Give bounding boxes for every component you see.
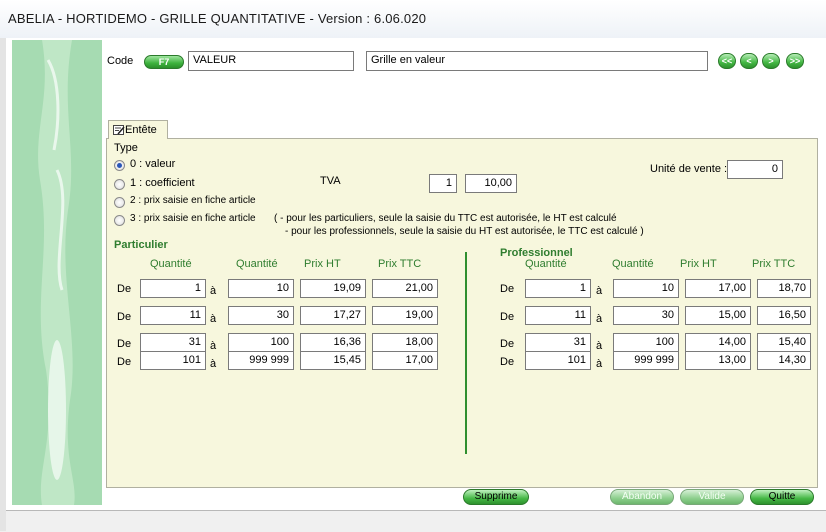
de-label: De — [117, 356, 132, 368]
section-divider — [465, 252, 467, 454]
professionnel-qty-from[interactable]: 31 — [525, 333, 591, 352]
professionnel-prix-ttc[interactable]: 16,50 — [757, 306, 811, 325]
de-label: De — [500, 283, 515, 295]
type-radio-0[interactable] — [114, 160, 125, 171]
window-title: ABELIA - HORTIDEMO - GRILLE QUANTITATIVE… — [8, 11, 427, 26]
particulier-title: Particulier — [114, 239, 168, 251]
a-label: à — [596, 313, 603, 325]
professionnel-qty-to-header: Quantité — [612, 258, 654, 270]
professionnel-qty-to[interactable]: 999 999 — [613, 351, 679, 370]
type-option-0-label: 0 : valeur — [130, 158, 176, 170]
a-label: à — [210, 313, 217, 325]
professionnel-qty-to[interactable]: 100 — [613, 333, 679, 352]
professionnel-prix-ht[interactable]: 15,00 — [685, 306, 751, 325]
particulier-qty-to[interactable]: 30 — [228, 306, 294, 325]
type-option-1-label: 1 : coefficient — [130, 177, 195, 189]
f7-lookup-button[interactable]: F7 — [144, 55, 184, 69]
description-input[interactable]: Grille en valeur — [366, 51, 708, 71]
type-option-3-label: 3 : prix saisie en fiche article — [130, 213, 256, 224]
a-label: à — [210, 285, 217, 297]
professionnel-prix-ttc[interactable]: 15,40 — [757, 333, 811, 352]
professionnel-ttc-header: Prix TTC — [752, 258, 796, 270]
particulier-qty-from[interactable]: 1 — [140, 279, 206, 298]
nav-prev-button[interactable]: < — [740, 53, 758, 69]
particulier-prix-ht[interactable]: 17,27 — [300, 306, 366, 325]
particulier-qty-to[interactable]: 100 — [228, 333, 294, 352]
de-label: De — [117, 311, 132, 323]
professionnel-qty-from-header: Quantité — [525, 258, 567, 270]
particulier-qty-from[interactable]: 101 — [140, 351, 206, 370]
nav-next-button[interactable]: > — [762, 53, 780, 69]
type-option-2-label: 2 : prix saisie en fiche article — [130, 195, 256, 206]
professionnel-qty-from[interactable]: 101 — [525, 351, 591, 370]
particulier-prix-ht[interactable]: 19,09 — [300, 279, 366, 298]
professionnel-prix-ttc[interactable]: 18,70 — [757, 279, 811, 298]
quitte-button[interactable]: Quitte — [750, 489, 814, 505]
professionnel-ht-header: Prix HT — [680, 258, 717, 270]
particulier-prix-ttc[interactable]: 17,00 — [372, 351, 438, 370]
unite-vente-input[interactable]: 0 — [727, 160, 783, 179]
a-label: à — [596, 340, 603, 352]
tab-entete[interactable]: Entête — [108, 120, 168, 139]
a-label: à — [596, 285, 603, 297]
particulier-prix-ttc[interactable]: 21,00 — [372, 279, 438, 298]
unite-vente-label: Unité de vente : — [650, 163, 728, 175]
type-label: Type — [114, 142, 138, 154]
nav-last-button[interactable]: >> — [786, 53, 804, 69]
particulier-qty-to[interactable]: 999 999 — [228, 351, 294, 370]
professionnel-prix-ht[interactable]: 13,00 — [685, 351, 751, 370]
professionnel-qty-to[interactable]: 30 — [613, 306, 679, 325]
professionnel-prix-ht[interactable]: 14,00 — [685, 333, 751, 352]
type-radio-1[interactable] — [114, 179, 125, 190]
particulier-ttc-header: Prix TTC — [378, 258, 422, 270]
type-note-line2: - pour les professionnels, seule la sais… — [285, 226, 644, 237]
de-label: De — [500, 311, 515, 323]
tva-label: TVA — [320, 175, 341, 187]
tva-code-input[interactable]: 1 — [429, 174, 457, 193]
particulier-prix-ht[interactable]: 16,36 — [300, 333, 366, 352]
de-label: De — [117, 338, 132, 350]
abandon-button[interactable]: Abandon — [610, 489, 674, 505]
status-bar — [6, 510, 826, 532]
particulier-qty-from-header: Quantité — [150, 258, 192, 270]
professionnel-qty-from[interactable]: 1 — [525, 279, 591, 298]
de-label: De — [117, 283, 132, 295]
professionnel-prix-ht[interactable]: 17,00 — [685, 279, 751, 298]
code-input[interactable]: VALEUR — [188, 51, 354, 71]
valide-button[interactable]: Valide — [680, 489, 744, 505]
code-label: Code — [107, 55, 134, 67]
a-label: à — [596, 358, 603, 370]
supprime-button[interactable]: Supprime — [463, 489, 529, 505]
tab-entete-label: Entête — [125, 124, 157, 136]
particulier-qty-from[interactable]: 31 — [140, 333, 206, 352]
type-radio-2[interactable] — [114, 197, 125, 208]
particulier-prix-ttc[interactable]: 18,00 — [372, 333, 438, 352]
a-label: à — [210, 358, 217, 370]
a-label: à — [210, 340, 217, 352]
de-label: De — [500, 356, 515, 368]
particulier-ht-header: Prix HT — [304, 258, 341, 270]
particulier-prix-ht[interactable]: 15,45 — [300, 351, 366, 370]
professionnel-qty-from[interactable]: 11 — [525, 306, 591, 325]
particulier-qty-from[interactable]: 11 — [140, 306, 206, 325]
tva-rate-input[interactable]: 10,00 — [465, 174, 517, 193]
type-note-line1: ( - pour les particuliers, seule la sais… — [274, 213, 617, 224]
professionnel-prix-ttc[interactable]: 14,30 — [757, 351, 811, 370]
edit-form-icon — [113, 125, 125, 135]
de-label: De — [500, 338, 515, 350]
particulier-qty-to[interactable]: 10 — [228, 279, 294, 298]
decorative-leaf-graphic — [12, 40, 102, 505]
professionnel-qty-to[interactable]: 10 — [613, 279, 679, 298]
particulier-qty-to-header: Quantité — [236, 258, 278, 270]
nav-first-button[interactable]: << — [718, 53, 736, 69]
type-radio-3[interactable] — [114, 215, 125, 226]
particulier-prix-ttc[interactable]: 19,00 — [372, 306, 438, 325]
title-bar: ABELIA - HORTIDEMO - GRILLE QUANTITATIVE… — [0, 0, 826, 39]
